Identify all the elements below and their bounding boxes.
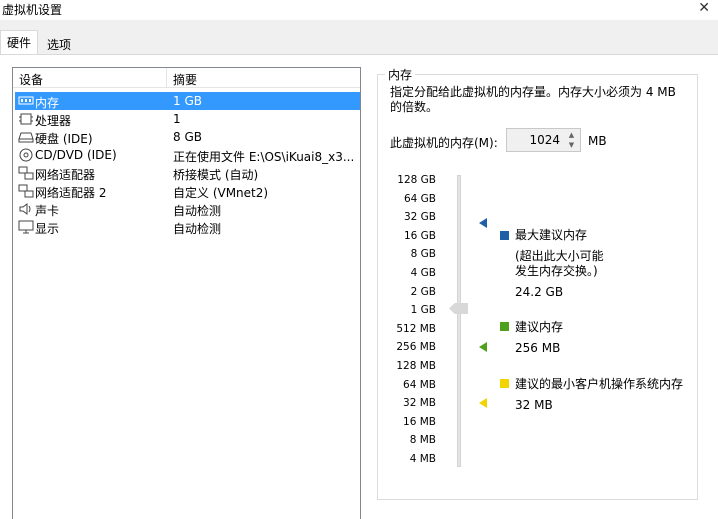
device-name: 硬盘 (IDE)	[35, 132, 93, 146]
device-row-harddisk[interactable]: 硬盘 (IDE) 8 GB	[15, 128, 360, 146]
spin-up-icon[interactable]: ▲	[565, 130, 578, 140]
scale-label: 4 GB	[410, 267, 436, 279]
memory-spinbox[interactable]: 1024 ▲ ▼	[506, 128, 581, 152]
recommended-marker-icon	[479, 342, 487, 352]
harddisk-icon	[18, 132, 34, 143]
network-icon	[18, 166, 34, 180]
column-separator	[166, 68, 167, 88]
device-name: 显示	[35, 222, 60, 236]
column-summary[interactable]: 摘要	[173, 71, 197, 88]
device-row-memory[interactable]: 内存 1 GB	[15, 92, 360, 110]
device-row-network-2[interactable]: 网络适配器 2 自定义 (VMnet2)	[15, 182, 360, 200]
device-list[interactable]: 设备 摘要 内存 1 GB 处理器 1 硬盘 (IDE) 8 GB CD/DVD…	[12, 67, 361, 519]
device-row-cpu[interactable]: 处理器 1	[15, 110, 360, 128]
window-title: 虚拟机设置	[2, 3, 63, 17]
device-summary: 自动检测	[173, 204, 222, 218]
scale-label: 1 GB	[410, 304, 436, 317]
min-guest-legend-icon	[500, 379, 509, 388]
scale-label: 4 MB	[409, 453, 436, 465]
device-name: 网络适配器	[35, 168, 96, 182]
recommended-value: 256 MB	[515, 341, 561, 355]
cpu-icon	[19, 113, 33, 125]
max-recommended-legend-icon	[500, 231, 509, 240]
network-icon	[18, 184, 34, 198]
scale-label: 512 MB	[396, 322, 436, 335]
max-recommended-title: 最大建议内存	[515, 228, 588, 242]
recommended-title: 建议内存	[515, 320, 564, 334]
memory-icon	[18, 96, 34, 105]
column-device[interactable]: 设备	[19, 71, 43, 88]
device-summary: 桥接模式 (自动)	[173, 168, 259, 182]
cd-icon	[19, 148, 33, 162]
device-summary: 自定义 (VMnet2)	[173, 186, 269, 200]
device-name: CD/DVD (IDE)	[35, 148, 117, 162]
scale-label: 8 MB	[409, 434, 436, 447]
device-name: 处理器	[35, 114, 72, 128]
display-icon	[18, 220, 34, 234]
spin-down-icon[interactable]: ▼	[565, 140, 578, 150]
device-name: 声卡	[35, 204, 60, 218]
device-summary: 8 GB	[173, 130, 202, 144]
device-row-display[interactable]: 显示 自动检测	[15, 218, 360, 236]
scale-label: 64 MB	[403, 378, 436, 391]
device-row-cddvd[interactable]: CD/DVD (IDE) 正在使用文件 E:\OS\iKuai8_x3...	[15, 146, 360, 164]
device-name: 内存	[35, 96, 60, 110]
scale-label: 16 GB	[403, 229, 436, 242]
min-guest-marker-icon	[479, 398, 487, 408]
memory-value[interactable]: 1024	[529, 133, 560, 147]
device-list-header: 设备 摘要	[13, 68, 360, 88]
scale-label: 32 MB	[403, 397, 436, 410]
max-recommended-note-1: (超出此大小可能	[515, 249, 604, 263]
min-guest-value: 32 MB	[515, 398, 553, 412]
max-recommended-value: 24.2 GB	[515, 285, 564, 299]
tab-bar: 硬件 选项	[0, 30, 718, 55]
device-summary: 1 GB	[173, 94, 202, 108]
device-summary: 正在使用文件 E:\OS\iKuai8_x3...	[173, 150, 355, 164]
device-row-network[interactable]: 网络适配器 桥接模式 (自动)	[15, 164, 360, 182]
close-icon[interactable]: ✕	[698, 0, 710, 16]
scale-label: 2 GB	[410, 285, 436, 298]
max-recommended-marker-icon	[479, 218, 487, 228]
scale-label: 128 MB	[396, 360, 436, 372]
memory-slider-track[interactable]	[457, 175, 461, 467]
device-summary: 自动检测	[173, 222, 222, 236]
memory-label: 此虚拟机的内存(M):	[390, 136, 498, 150]
scale-label: 16 MB	[403, 415, 436, 428]
tab-hardware[interactable]: 硬件	[0, 30, 39, 55]
scale-label: 64 GB	[403, 192, 436, 205]
device-row-sound[interactable]: 声卡 自动检测	[15, 200, 360, 218]
memory-description: 指定分配给此虚拟机的内存量。内存大小必须为 4 MB 的倍数。	[390, 85, 676, 114]
sound-icon	[19, 203, 31, 215]
scale-label: 8 GB	[410, 248, 436, 261]
hardware-pane: 设备 摘要 内存 1 GB 处理器 1 硬盘 (IDE) 8 GB CD/DVD…	[0, 54, 718, 519]
scale-label: 32 GB	[403, 211, 436, 224]
min-guest-title: 建议的最小客户机操作系统内存	[515, 377, 684, 391]
max-recommended-note-2: 发生内存交换。)	[515, 264, 598, 278]
recommended-legend-icon	[500, 322, 509, 331]
scale-label: 128 GB	[397, 174, 436, 186]
memory-unit: MB	[588, 134, 607, 148]
title-bar: 虚拟机设置 ✕	[0, 0, 718, 20]
memory-group-title: 内存	[385, 66, 416, 83]
device-summary: 1	[173, 112, 181, 126]
scale-label: 256 MB	[396, 341, 436, 354]
device-name: 网络适配器 2	[35, 186, 107, 200]
tab-options[interactable]: 选项	[40, 32, 78, 54]
